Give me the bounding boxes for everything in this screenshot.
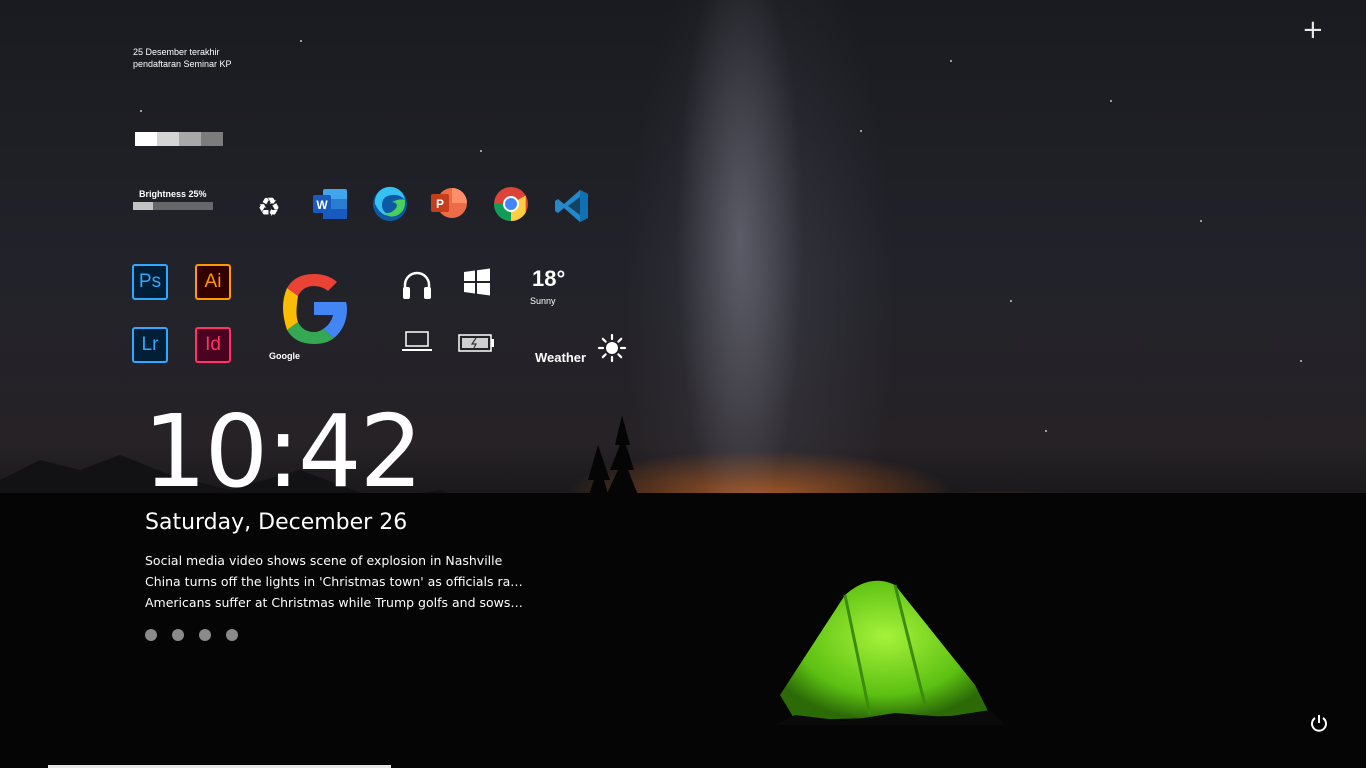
news-headline[interactable]: China turns off the lights in 'Christmas… <box>145 571 525 592</box>
brightness-label: Brightness 25% <box>139 189 207 199</box>
wallpaper <box>0 0 1366 768</box>
news-headline[interactable]: Americans suffer at Christmas while Trum… <box>145 592 525 613</box>
page-dot[interactable] <box>199 629 211 641</box>
weather-label[interactable]: Weather <box>535 350 586 365</box>
photoshop-icon[interactable]: Ps <box>132 264 168 300</box>
chrome-icon[interactable] <box>493 186 529 222</box>
reminder-note: 25 Desember terakhir pendaftaran Seminar… <box>133 47 232 69</box>
windows-icon[interactable] <box>463 268 491 296</box>
lightroom-icon[interactable]: Lr <box>132 327 168 363</box>
add-widget-icon[interactable]: + <box>1302 17 1324 43</box>
google-label: Google <box>269 351 300 361</box>
color-swatch[interactable] <box>179 132 201 146</box>
brightness-fill <box>133 202 153 210</box>
svg-text:W: W <box>316 198 328 212</box>
color-swatch[interactable] <box>157 132 179 146</box>
word-icon[interactable]: W <box>313 189 347 219</box>
power-icon[interactable] <box>1309 713 1329 733</box>
illustrator-icon[interactable]: Ai <box>195 264 231 300</box>
weather-condition: Sunny <box>530 296 556 306</box>
news-feed: Social media video shows scene of explos… <box>145 550 525 613</box>
page-dot[interactable] <box>226 629 238 641</box>
page-dots <box>145 629 238 641</box>
vscode-icon[interactable] <box>554 188 590 224</box>
edge-icon[interactable] <box>372 186 408 222</box>
battery-icon[interactable] <box>458 333 496 353</box>
svg-text:P: P <box>436 197 444 211</box>
news-headline[interactable]: Social media video shows scene of explos… <box>145 550 525 571</box>
powerpoint-icon[interactable]: P <box>431 186 467 220</box>
page-dot[interactable] <box>172 629 184 641</box>
recycle-bin-icon[interactable]: ♻ <box>255 194 283 222</box>
google-icon[interactable] <box>275 270 353 348</box>
weather-temperature: 18° <box>532 266 566 291</box>
laptop-icon[interactable] <box>401 330 433 354</box>
color-swatches[interactable] <box>135 132 223 146</box>
brightness-slider[interactable] <box>133 202 213 210</box>
tent-image <box>775 580 1005 725</box>
sun-icon <box>598 334 626 362</box>
clock-date: Saturday, December 26 <box>145 510 408 535</box>
color-swatch[interactable] <box>135 132 157 146</box>
color-swatch[interactable] <box>201 132 223 146</box>
indesign-icon[interactable]: Id <box>195 327 231 363</box>
headphones-icon[interactable] <box>401 270 433 300</box>
clock-time: 10:42 <box>143 393 423 510</box>
page-dot[interactable] <box>145 629 157 641</box>
